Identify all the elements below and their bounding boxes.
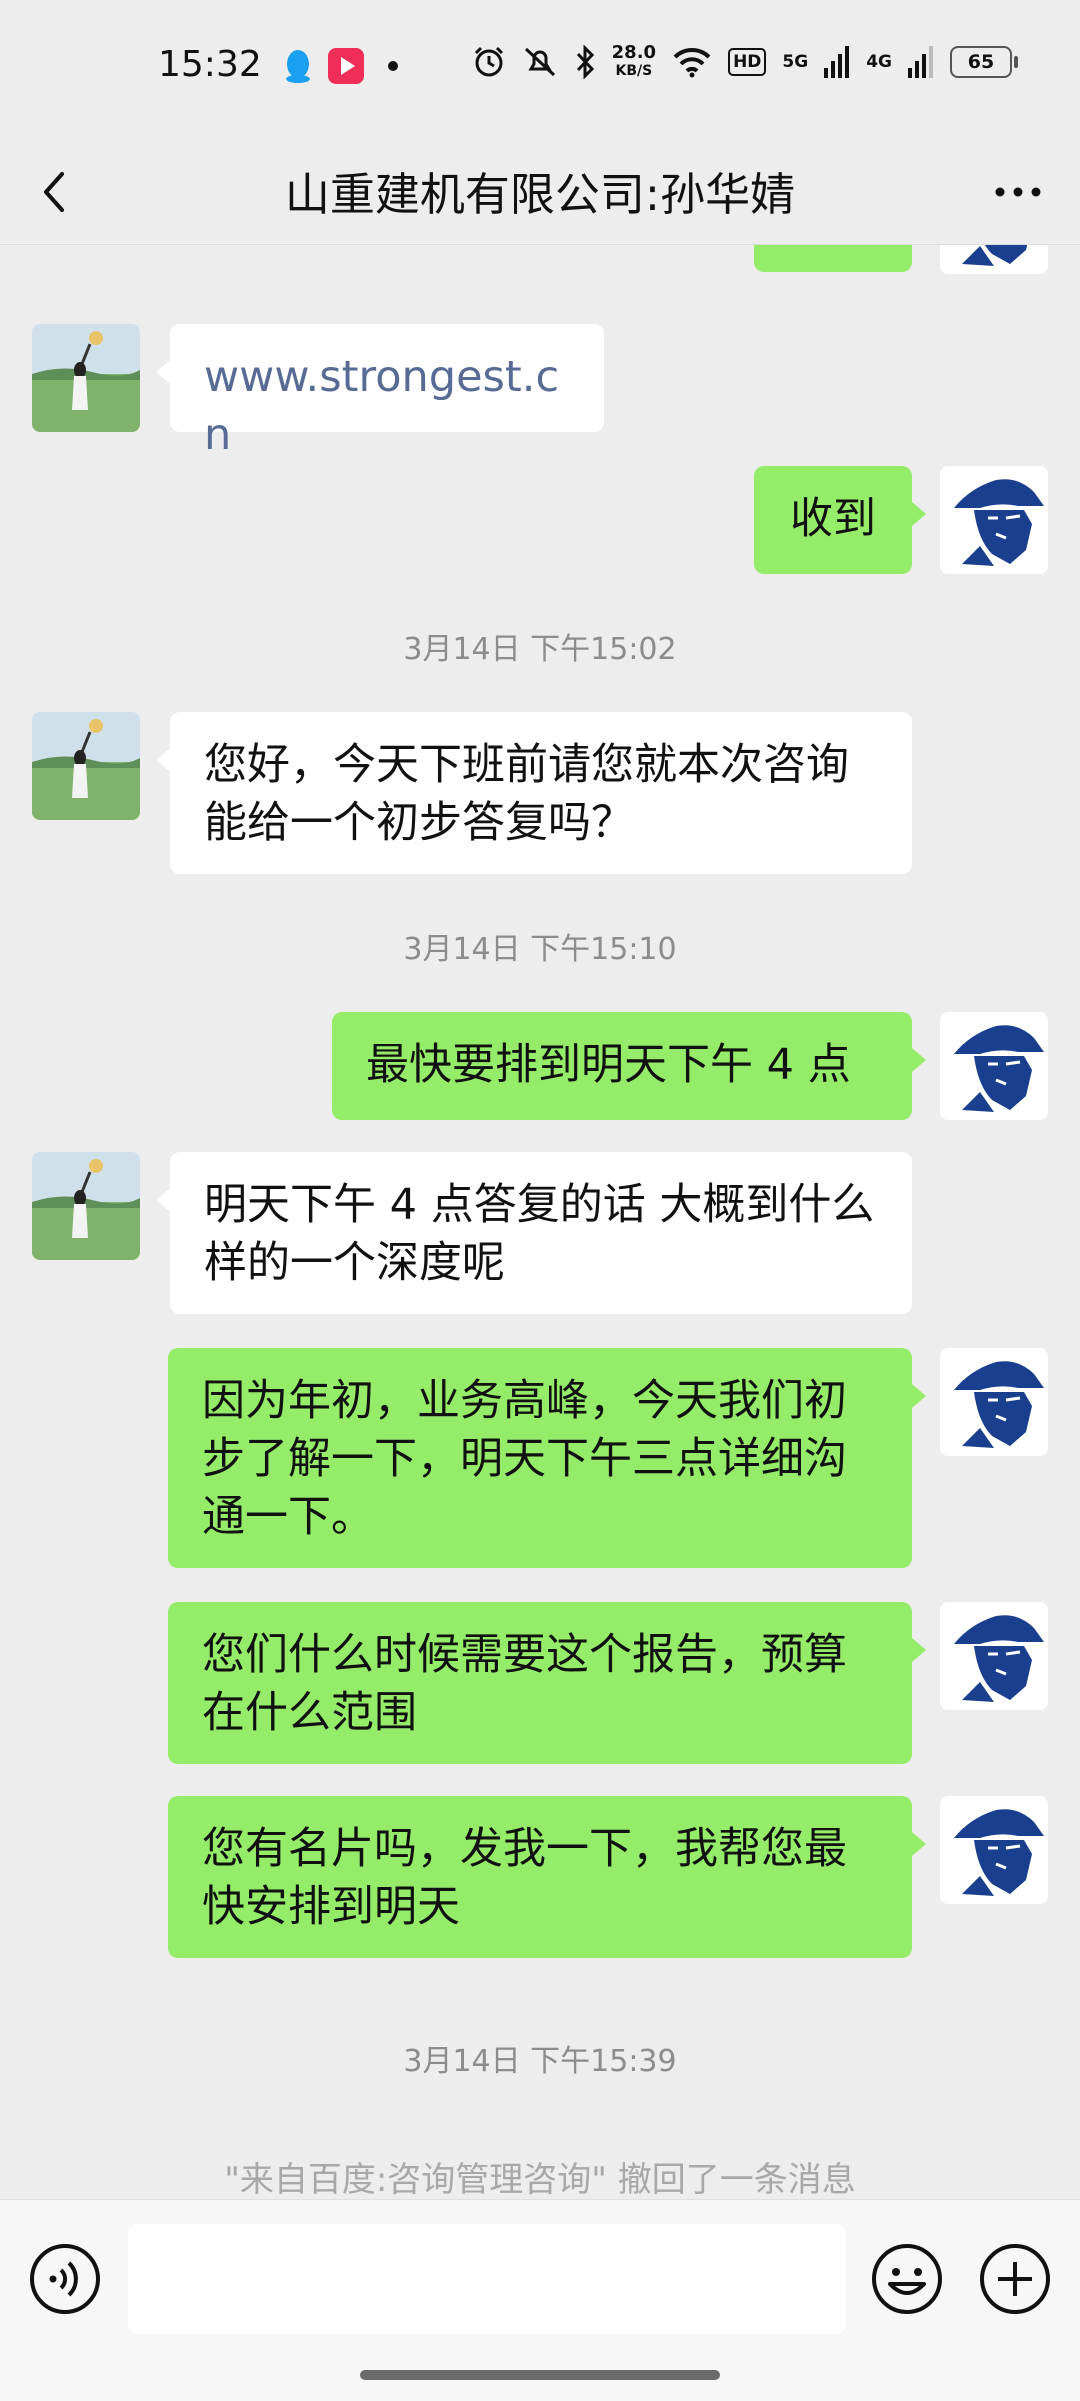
girl-in-field-avatar-icon xyxy=(32,324,140,432)
outgoing-message-bubble[interactable]: 您们什么时候需要这个报告，预算在什么范围 xyxy=(168,1602,926,1764)
incoming-message-bubble[interactable]: 明天下午 4 点答复的话 大概到什么样的一个深度呢 xyxy=(156,1152,912,1314)
message-text: 最快要排到明天下午 4 点 xyxy=(366,1040,851,1090)
message-text: 因为年初，业务高峰，今天我们初步了解一下，明天下午三点详细沟通一下。 xyxy=(202,1376,847,1542)
hat-man-avatar-icon xyxy=(940,1602,1048,1710)
alarm-icon xyxy=(474,46,503,77)
voice-input-icon[interactable] xyxy=(28,2242,102,2316)
avatar[interactable] xyxy=(940,466,1048,574)
status-time: 15:32 xyxy=(158,44,262,85)
avatar[interactable] xyxy=(32,324,140,432)
more-options-icon[interactable] xyxy=(988,164,1048,220)
emoji-icon[interactable] xyxy=(870,2242,944,2316)
outgoing-message-bubble[interactable]: 您有名片吗，发我一下，我帮您最快安排到明天 xyxy=(168,1796,926,1958)
net-5g-label: 5G xyxy=(782,51,809,72)
avatar[interactable] xyxy=(940,1012,1048,1120)
net-4g-label: 4G xyxy=(866,51,892,72)
network-speed: 28.0 KB/S xyxy=(612,44,656,80)
message-text: 您有名片吗，发我一下，我帮您最快安排到明天 xyxy=(202,1824,847,1932)
home-indicator[interactable] xyxy=(360,2370,720,2380)
avatar[interactable] xyxy=(940,1796,1048,1904)
speed-value: 28.0 xyxy=(611,42,657,63)
chat-header: 山重建机有限公司:孙华婧 xyxy=(0,140,1080,245)
recall-notice: "来自百度:咨询管理咨询" 撤回了一条消息 xyxy=(224,2160,856,2199)
message-input[interactable] xyxy=(128,2224,846,2334)
status-indicators: 28.0 KB/S HD 5G 4G 65 xyxy=(472,44,1018,80)
hd-badge: HD xyxy=(728,48,767,76)
outgoing-message-bubble[interactable]: 因为年初，业务高峰，今天我们初步了解一下，明天下午三点详细沟通一下。 xyxy=(168,1348,926,1568)
timestamp: 3月14日 下午15:10 xyxy=(403,932,677,967)
dot-icon xyxy=(388,61,398,71)
hat-man-avatar-icon xyxy=(940,1796,1048,1904)
message-list[interactable]: 好的 www.strongest.cn 收到 3月14日 下午15:02 您好，… xyxy=(0,244,1080,2199)
outgoing-message-bubble[interactable]: 好的 xyxy=(754,244,912,272)
video-app-icon xyxy=(328,48,364,84)
avatar[interactable] xyxy=(940,244,1048,274)
avatar[interactable] xyxy=(940,1602,1048,1710)
signal-icon xyxy=(824,46,850,78)
message-text: 您们什么时候需要这个报告，预算在什么范围 xyxy=(202,1630,847,1738)
message-text: 收到 xyxy=(790,494,876,544)
chat-title: 山重建机有限公司:孙华婧 xyxy=(284,168,796,221)
hat-man-avatar-icon xyxy=(940,244,1048,274)
wifi-icon xyxy=(673,47,711,78)
outgoing-message-bubble[interactable]: 收到 xyxy=(754,466,926,574)
status-bar: 15:32 28.0 KB/S HD 5G 4G 65 xyxy=(0,0,1080,140)
signal-icon xyxy=(908,46,933,78)
message-text: 明天下午 4 点答复的话 大概到什么样的一个深度呢 xyxy=(204,1180,875,1288)
outgoing-message-bubble[interactable]: 最快要排到明天下午 4 点 xyxy=(332,1012,926,1120)
bluetooth-icon xyxy=(576,45,594,79)
avatar[interactable] xyxy=(940,1348,1048,1456)
timestamp: 3月14日 下午15:39 xyxy=(403,2044,677,2079)
add-more-icon[interactable] xyxy=(978,2242,1052,2316)
incoming-message-bubble[interactable]: www.strongest.cn xyxy=(156,324,604,460)
mute-icon xyxy=(524,47,555,77)
hat-man-avatar-icon xyxy=(940,1348,1048,1456)
status-app-icons xyxy=(282,48,408,84)
battery-indicator: 65 xyxy=(950,46,1018,78)
girl-in-field-avatar-icon xyxy=(32,712,140,820)
qq-icon xyxy=(286,50,310,83)
hat-man-avatar-icon xyxy=(940,1012,1048,1120)
hat-man-avatar-icon xyxy=(940,466,1048,574)
message-text: 您好，今天下班前请您就本次咨询能给一个初步答复吗？ xyxy=(204,740,849,848)
message-link[interactable]: www.strongest.cn xyxy=(204,352,559,460)
avatar[interactable] xyxy=(32,1152,140,1260)
avatar[interactable] xyxy=(32,712,140,820)
girl-in-field-avatar-icon xyxy=(32,1152,140,1260)
speed-unit: KB/S xyxy=(615,63,653,79)
timestamp: 3月14日 下午15:02 xyxy=(403,632,677,667)
incoming-message-bubble[interactable]: 您好，今天下班前请您就本次咨询能给一个初步答复吗？ xyxy=(156,712,912,874)
